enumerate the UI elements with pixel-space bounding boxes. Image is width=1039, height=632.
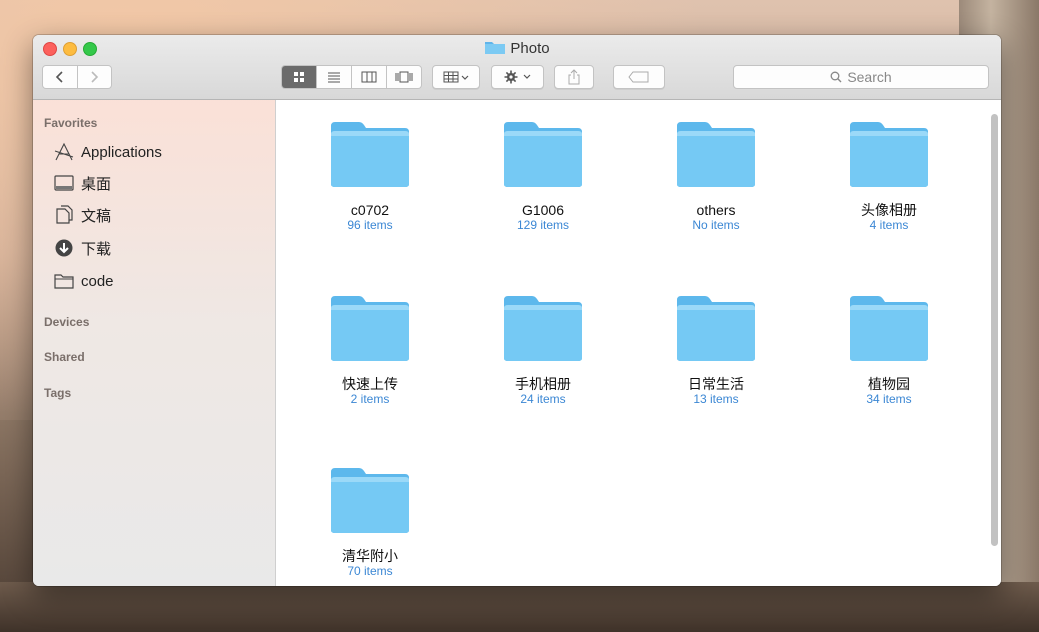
gear-icon [504, 70, 530, 84]
folder-item-count: 70 items [347, 564, 393, 578]
share-button[interactable] [554, 65, 594, 89]
folder-item[interactable]: 快速上传 2 items [295, 294, 445, 406]
folder-icon [485, 42, 506, 54]
folder-icon [331, 468, 409, 533]
folder-icon [331, 122, 409, 187]
back-button[interactable] [43, 66, 78, 88]
folder-icon [677, 122, 755, 187]
search-field[interactable]: Search [733, 65, 989, 89]
tag-icon [628, 71, 649, 83]
desktop-wallpaper-ground [0, 582, 1039, 632]
folder-grid: c0702 96 items G1006 129 items others No… [276, 100, 1001, 586]
folder-name: c0702 [350, 202, 390, 218]
view-mode-control [281, 65, 422, 89]
folder-item[interactable]: 植物园 34 items [814, 294, 964, 406]
sidebar-item-downloads[interactable]: 下载 [53, 236, 111, 260]
folder-item-count: 2 items [350, 392, 390, 406]
folder-item-count: 4 items [869, 218, 909, 232]
folder-item[interactable]: G1006 129 items [468, 120, 618, 232]
action-button[interactable] [491, 65, 544, 89]
chevron-left-icon [55, 71, 63, 83]
folder-item-count: 34 items [866, 392, 912, 406]
sidebar-item-label: Applications [81, 143, 162, 161]
folder-icon [504, 122, 582, 187]
search-placeholder: Search [847, 69, 892, 85]
tag-button[interactable] [613, 65, 665, 89]
vertical-scrollbar[interactable] [991, 114, 998, 546]
sidebar-item-desktop[interactable]: 桌面 [53, 171, 111, 195]
share-icon [568, 69, 580, 85]
folder-icon [504, 296, 582, 361]
arrange-button[interactable] [432, 65, 480, 89]
folder-icon [677, 296, 755, 361]
titlebar[interactable]: Photo Search [33, 35, 1001, 100]
sidebar-item-label: code [81, 272, 114, 290]
folder-item[interactable]: 手机相册 24 items [468, 294, 618, 406]
folder-item[interactable]: 头像相册 4 items [814, 120, 964, 232]
sidebar-heading-devices[interactable]: Devices [44, 315, 89, 329]
folder-name: others [696, 202, 736, 218]
applications-icon [53, 142, 75, 162]
sidebar-heading-favorites: Favorites [44, 116, 98, 130]
arrange-icon [443, 71, 469, 83]
folder-icon [850, 122, 928, 187]
folder-name: 日常生活 [688, 376, 744, 392]
folder-name: 手机相册 [515, 376, 571, 392]
sidebar-heading-tags[interactable]: Tags [44, 386, 71, 400]
finder-window: Photo Search Favorites Applications 桌面 文… [33, 35, 1001, 586]
folder-item-count: 24 items [520, 392, 566, 406]
list-view-button[interactable] [317, 66, 352, 88]
folder-item-count: No items [692, 218, 740, 232]
window-title-text: Photo [510, 40, 550, 57]
column-view-button[interactable] [352, 66, 387, 88]
icon-view-button[interactable] [282, 66, 317, 88]
sidebar-item-label: 下载 [81, 240, 112, 258]
folder-name: 清华附小 [342, 548, 398, 564]
sidebar-item-applications[interactable]: Applications [53, 140, 162, 164]
window-title: Photo [33, 39, 1001, 57]
search-icon [830, 71, 842, 83]
sidebar-item-label: 桌面 [81, 175, 112, 193]
chevron-right-icon [91, 71, 99, 83]
folder-item[interactable]: others No items [641, 120, 791, 232]
column-view-icon [361, 71, 377, 83]
nav-buttons [42, 65, 112, 89]
sidebar-item-code[interactable]: code [53, 269, 114, 293]
cover-flow-button[interactable] [387, 66, 421, 88]
documents-icon [53, 205, 75, 225]
desktop-icon [53, 173, 75, 193]
forward-button[interactable] [77, 66, 111, 88]
folder-name: 头像相册 [861, 202, 917, 218]
folder-item[interactable]: 清华附小 70 items [295, 466, 445, 578]
folder-icon [53, 271, 75, 291]
sidebar: Favorites Applications 桌面 文稿 下载 code Dev… [33, 100, 276, 586]
folder-item-count: 13 items [693, 392, 739, 406]
cover-flow-icon [395, 71, 413, 83]
sidebar-item-label: 文稿 [81, 207, 112, 225]
folder-icon [850, 296, 928, 361]
sidebar-heading-shared[interactable]: Shared [44, 350, 85, 364]
folder-item-count: 129 items [516, 218, 570, 232]
folder-name: G1006 [521, 202, 565, 218]
list-view-icon [328, 72, 340, 83]
folder-name: 植物园 [868, 376, 910, 392]
icon-view-icon [294, 72, 304, 82]
downloads-icon [53, 238, 75, 258]
folder-item[interactable]: c0702 96 items [295, 120, 445, 232]
folder-icon [331, 296, 409, 361]
folder-item[interactable]: 日常生活 13 items [641, 294, 791, 406]
folder-item-count: 96 items [347, 218, 393, 232]
sidebar-item-documents[interactable]: 文稿 [53, 203, 111, 227]
folder-name: 快速上传 [342, 376, 398, 392]
